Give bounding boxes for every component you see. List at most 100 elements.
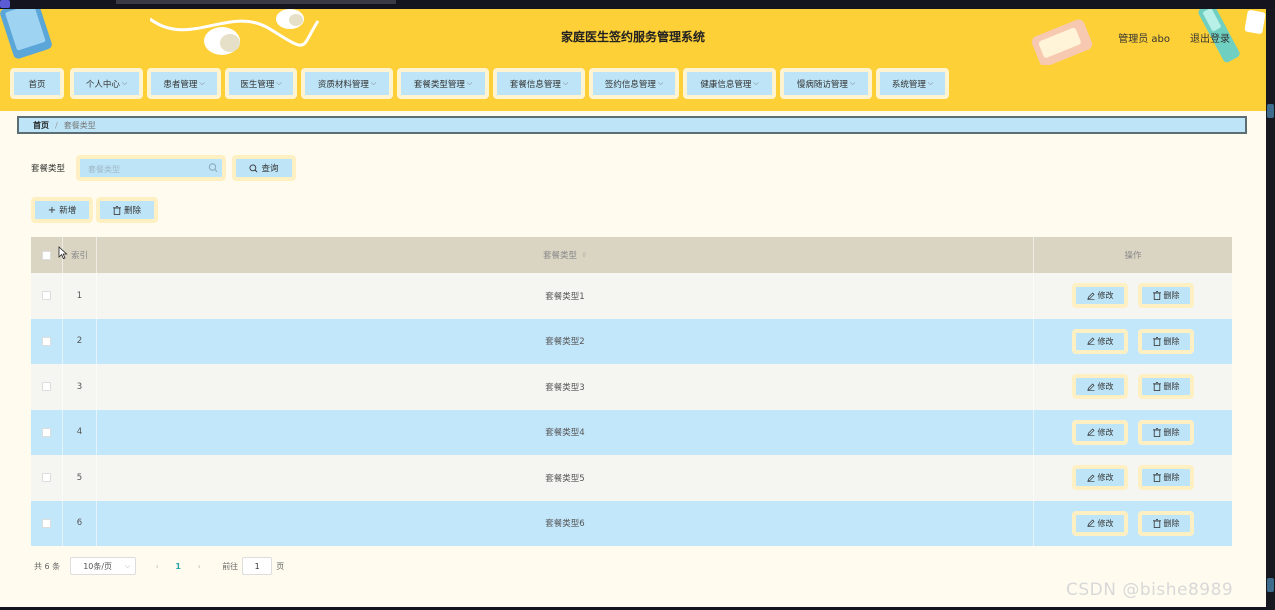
edit-button[interactable]: 修改 xyxy=(1072,465,1128,491)
nav-item-label: 医生管理 xyxy=(240,79,275,90)
page-size-value: 10条/页 xyxy=(83,561,113,571)
mouse-cursor-icon xyxy=(58,246,68,260)
app-tab-icon[interactable] xyxy=(0,0,10,8)
nav-item-contract-info-management[interactable]: 签约信息管理 ⌵ xyxy=(589,68,679,99)
delete-button[interactable]: 删除 xyxy=(1138,283,1194,309)
table-row: 1 套餐类型1 修改 删除 xyxy=(31,273,1232,319)
nav-item-home[interactable]: 首页 xyxy=(10,68,64,99)
row-check-cell xyxy=(31,409,63,455)
batch-delete-button[interactable]: 删除 xyxy=(96,197,158,223)
header-package-type[interactable]: 套餐类型 ⇳ xyxy=(97,237,1034,273)
table-row: 5 套餐类型5 修改 删除 xyxy=(31,455,1232,501)
row-checkbox[interactable] xyxy=(42,518,51,528)
table-row: 3 套餐类型3 修改 删除 xyxy=(31,364,1232,410)
row-package-type: 套餐类型6 xyxy=(97,500,1034,546)
delete-button-label: 删除 xyxy=(1163,382,1180,392)
page-size-select[interactable]: 10条/页 ⌵ xyxy=(70,557,137,575)
table-row: 2 套餐类型2 修改 删除 xyxy=(31,318,1232,364)
search-icon xyxy=(249,163,258,172)
nav-item-qualification-management[interactable]: 资质材料管理 ⌵ xyxy=(301,68,393,99)
nav-item-system-management[interactable]: 系统管理 ⌵ xyxy=(876,68,949,99)
query-button-label: 查询 xyxy=(261,164,279,174)
edit-button[interactable]: 修改 xyxy=(1072,510,1128,536)
table-row: 4 套餐类型4 修改 删除 xyxy=(31,409,1232,455)
delete-button[interactable]: 删除 xyxy=(1138,419,1194,445)
row-ops: 修改 删除 xyxy=(1034,455,1232,501)
nav-item-label: 签约信息管理 xyxy=(604,79,656,90)
row-index: 4 xyxy=(63,409,97,455)
watermark: CSDN @bishe8989 xyxy=(1066,580,1234,600)
goto-page-input[interactable] xyxy=(242,557,273,575)
page-title: 家庭医生签约服务管理系统 xyxy=(560,30,705,44)
row-checkbox[interactable] xyxy=(42,427,51,437)
edit-button-label: 修改 xyxy=(1097,382,1114,392)
page-word: 页 xyxy=(276,561,285,571)
page-number[interactable]: 1 xyxy=(170,562,186,571)
header-index: 索引 xyxy=(63,237,97,273)
top-nav: 首页 个人中心 ⌵ 患者管理 ⌵ 医生管理 ⌵ 资质材料管理 ⌵ 套餐类型管理 ⌵ 套餐信… xyxy=(0,65,1266,111)
nav-item-label: 系统管理 xyxy=(891,79,926,90)
row-check-cell xyxy=(31,273,63,319)
nav-item-chronic-followup-management[interactable]: 慢病随访管理 ⌵ xyxy=(780,68,872,99)
prev-page-icon[interactable]: ‹ xyxy=(148,562,166,571)
row-ops: 修改 删除 xyxy=(1034,364,1232,410)
package-type-table: 索引 套餐类型 ⇳ 操作 1 套餐类型1 修改 删除 2 套餐类型2 修改 删除 3 套餐类型3 修改… xyxy=(31,237,1232,546)
app-window: 家庭医生签约服务管理系统 管理员 abo 退出登录 首页 个人中心 ⌵ 患者管理 ⌵… xyxy=(0,9,1266,607)
row-checkbox[interactable] xyxy=(42,336,51,346)
chevron-down-icon: ⌵ xyxy=(466,79,473,87)
nav-item-patient-management[interactable]: 患者管理 ⌵ xyxy=(147,68,221,99)
nav-item-personal-center[interactable]: 个人中心 ⌵ xyxy=(70,68,143,99)
edit-button[interactable]: 修改 xyxy=(1072,283,1128,309)
nav-item-health-info-management[interactable]: 健康信息管理 ⌵ xyxy=(683,68,776,99)
edit-button-label: 修改 xyxy=(1097,473,1114,483)
nav-item-doctor-management[interactable]: 医生管理 ⌵ xyxy=(225,68,297,99)
breadcrumb-home[interactable]: 首页 xyxy=(33,120,49,131)
add-button[interactable]: + 新增 xyxy=(31,197,93,223)
delete-button[interactable]: 删除 xyxy=(1138,374,1194,400)
side-marker xyxy=(1267,104,1274,118)
delete-button[interactable]: 删除 xyxy=(1138,328,1194,354)
edit-icon xyxy=(1087,337,1094,346)
sort-icon[interactable]: ⇳ xyxy=(581,251,587,259)
delete-button-label: 删除 xyxy=(1163,336,1180,346)
window-top-strip xyxy=(0,0,1275,9)
trash-icon xyxy=(1152,291,1161,301)
chevron-down-icon: ⌵ xyxy=(849,79,856,87)
select-all-checkbox[interactable] xyxy=(42,250,51,260)
nav-item-label: 慢病随访管理 xyxy=(796,79,848,90)
nav-item-package-info-management[interactable]: 套餐信息管理 ⌵ xyxy=(493,68,585,99)
header-package-type-label: 套餐类型 xyxy=(543,251,578,261)
logout-link[interactable]: 退出登录 xyxy=(1190,30,1230,45)
delete-button[interactable]: 删除 xyxy=(1138,510,1194,536)
edit-button[interactable]: 修改 xyxy=(1072,419,1128,445)
edit-icon xyxy=(1087,292,1094,300)
edit-button-label: 修改 xyxy=(1097,291,1114,301)
row-checkbox[interactable] xyxy=(42,291,51,301)
edit-button[interactable]: 修改 xyxy=(1072,374,1128,400)
search-input[interactable] xyxy=(88,162,206,176)
row-check-cell xyxy=(31,364,63,410)
next-page-icon[interactable]: › xyxy=(190,562,208,571)
row-checkbox[interactable] xyxy=(42,382,51,392)
add-button-label: 新增 xyxy=(59,206,77,216)
row-package-type: 套餐类型3 xyxy=(97,364,1034,410)
nav-item-package-type-management[interactable]: 套餐类型管理 ⌵ xyxy=(397,68,489,99)
nav-item-label: 首页 xyxy=(28,79,46,90)
screen-right-edge xyxy=(1266,9,1275,610)
plus-icon: + xyxy=(47,204,57,216)
nav-item-label: 患者管理 xyxy=(163,79,198,90)
breadcrumb-separator: / xyxy=(55,120,58,130)
delete-button-label: 删除 xyxy=(1163,518,1180,528)
header: 家庭医生签约服务管理系统 管理员 abo 退出登录 xyxy=(0,9,1266,65)
row-checkbox[interactable] xyxy=(42,473,51,483)
query-button[interactable]: 查询 xyxy=(232,155,296,181)
trash-icon xyxy=(1152,336,1161,346)
trash-icon xyxy=(112,205,121,215)
nav-item-label: 健康信息管理 xyxy=(700,79,752,90)
edit-button-label: 修改 xyxy=(1097,336,1114,346)
delete-button-label: 删除 xyxy=(1163,473,1180,483)
delete-button[interactable]: 删除 xyxy=(1138,465,1194,491)
edit-button[interactable]: 修改 xyxy=(1072,328,1128,354)
row-index: 5 xyxy=(63,455,97,501)
row-check-cell xyxy=(31,455,63,501)
